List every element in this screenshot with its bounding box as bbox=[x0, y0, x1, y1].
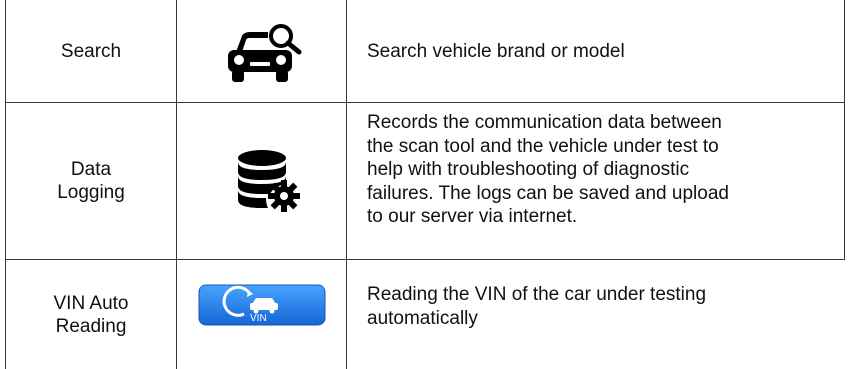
row-vin-auto-reading-description-line-1: Reading the VIN of the car under testing bbox=[367, 284, 707, 305]
row-data-logging-name-line-2: Logging bbox=[57, 182, 125, 203]
row-vin-auto-reading-name-line-2: Reading bbox=[55, 315, 127, 337]
row-data-logging-description-line-1: Records the communication data between bbox=[367, 112, 722, 133]
feature-table: Search Search vehicle brand or model Dat… bbox=[0, 0, 852, 369]
row-data-logging-name-line-1: Data bbox=[70, 159, 112, 180]
vin-car-icon: VIN bbox=[198, 284, 326, 326]
table-border-right bbox=[844, 0, 845, 260]
row-data-logging-description-line-3: help with troubleshooting of diagnostic bbox=[367, 159, 690, 180]
row-search-description: Search vehicle brand or model bbox=[367, 40, 837, 64]
row-data-logging-description-line-4: failures. The logs can be saved and uplo… bbox=[367, 182, 729, 204]
column-divider-2 bbox=[346, 0, 347, 369]
row-vin-auto-reading-name: VIN Auto Reading bbox=[6, 260, 176, 369]
vin-icon-text: VIN bbox=[250, 313, 267, 324]
column-divider-1 bbox=[176, 0, 177, 369]
row-data-logging-description: Records the communication data between t… bbox=[367, 111, 843, 229]
row-data-logging-name: Data Logging bbox=[6, 103, 176, 259]
row-search-name-line-1: Search bbox=[60, 40, 122, 62]
row-data-logging-description-line-5: to our server via internet. bbox=[367, 206, 578, 227]
row-vin-auto-reading-description-line-2: automatically bbox=[367, 307, 478, 329]
row-vin-auto-reading-description: Reading the VIN of the car under testing… bbox=[367, 283, 843, 330]
database-gear-icon bbox=[236, 148, 304, 214]
row-search-name: Search bbox=[6, 0, 176, 102]
row-search-description-line-1: Search vehicle brand or model bbox=[367, 41, 625, 62]
row-data-logging-description-line-2: the scan tool and the vehicle under test… bbox=[367, 135, 719, 157]
car-search-icon bbox=[222, 22, 304, 84]
row-vin-auto-reading-name-line-1: VIN Auto bbox=[53, 292, 129, 314]
